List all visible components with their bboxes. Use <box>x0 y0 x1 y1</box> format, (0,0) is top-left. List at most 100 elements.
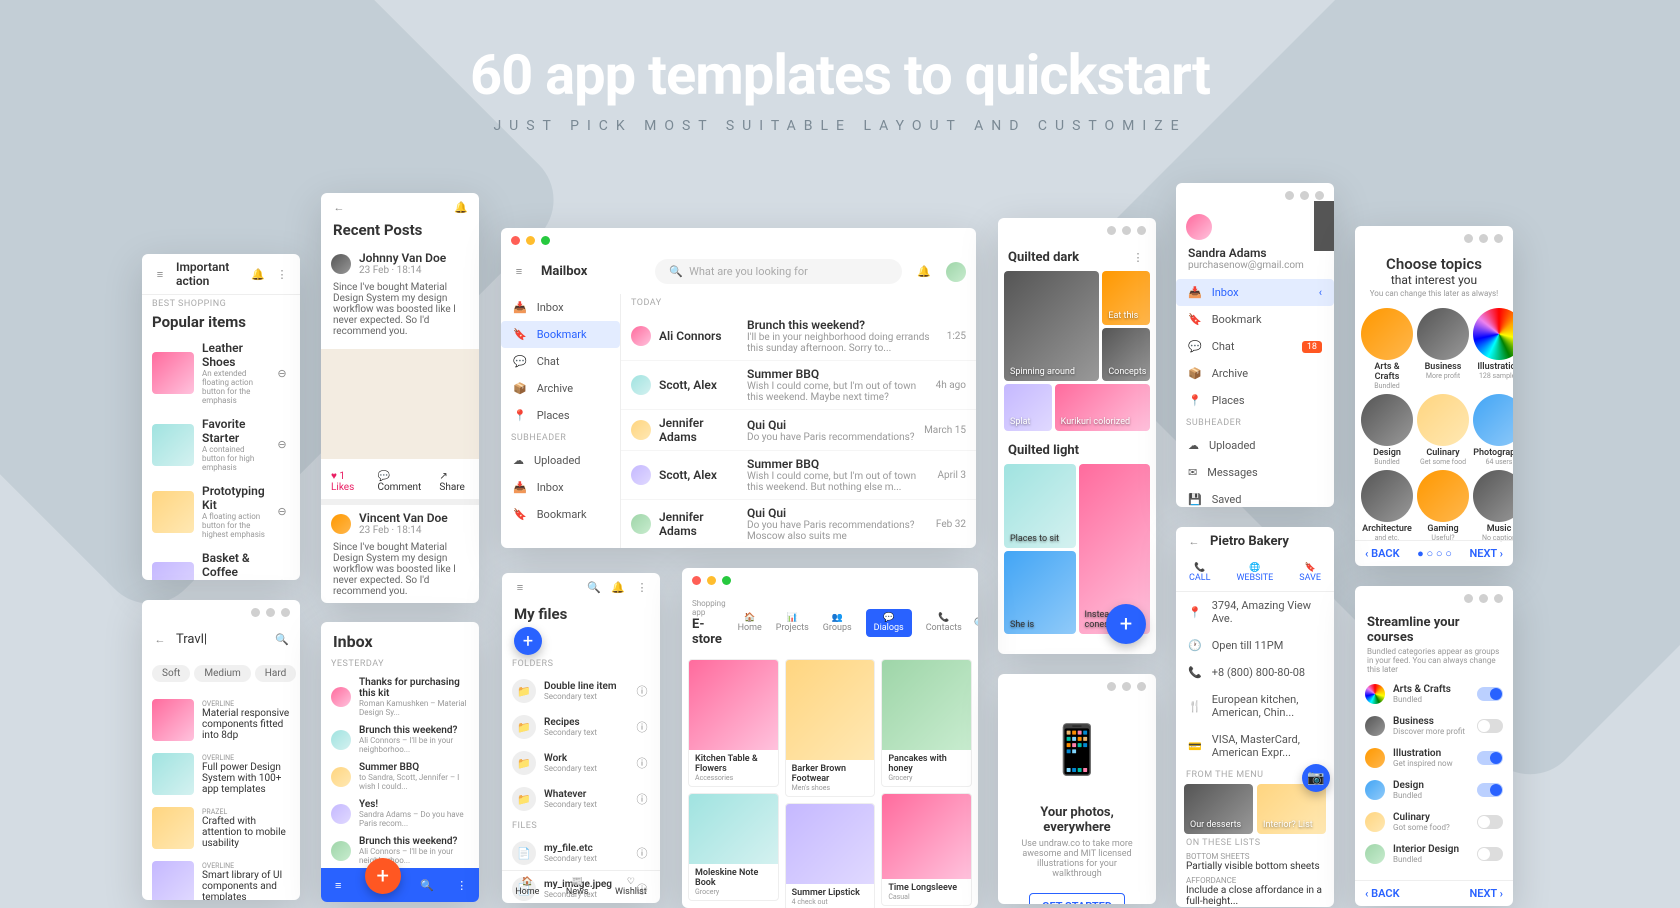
mail-row[interactable]: Ali ConnorsBrunch this weekend?I'll be i… <box>621 312 976 361</box>
list-item[interactable]: OVERLINESmart library of UI components a… <box>142 855 300 900</box>
nav-places[interactable]: 📍 Places <box>501 402 620 429</box>
course-row[interactable]: DesignBundled <box>1355 774 1513 806</box>
file-item[interactable]: 📄my_file.etcSecondary textⓘ <box>502 835 660 871</box>
product-card[interactable]: Moleskine Note BookGrocery <box>688 793 779 901</box>
tile[interactable]: She is <box>1004 551 1076 635</box>
call-button[interactable]: 📞CALL <box>1189 563 1210 583</box>
search-icon[interactable]: 🔍 <box>419 877 435 893</box>
tab-projects[interactable]: 📊Projects <box>776 613 809 633</box>
bell-icon[interactable]: 🔔 <box>916 264 932 280</box>
toggle[interactable] <box>1477 783 1503 797</box>
mail-row[interactable]: Scott, AlexSummer BBQWish I could come, … <box>621 361 976 410</box>
nav-uploaded[interactable]: ☁ Uploaded <box>501 447 620 474</box>
topic-item[interactable]: Architectureand etc. <box>1361 470 1413 542</box>
more-icon[interactable]: ⋮ <box>634 579 650 595</box>
nav-chat[interactable]: 💬 Chat 18 <box>1176 333 1334 360</box>
share-button[interactable]: ↗ Share <box>439 471 469 493</box>
hours-row[interactable]: 🕐 Open till 11PM <box>1176 632 1334 659</box>
list-item[interactable]: OVERLINEMaterial responsive components f… <box>142 693 300 747</box>
toggle[interactable] <box>1477 687 1503 701</box>
tab-contacts[interactable]: 📞Contacts <box>926 613 962 633</box>
list-item[interactable]: Basket & CoffeeAn extended action button… <box>142 545 300 580</box>
list-item[interactable]: PRAZELCrafted with attention to mobile u… <box>142 801 300 855</box>
more-icon[interactable]: ⋮ <box>454 877 470 893</box>
menu-icon[interactable]: ≡ <box>152 266 168 282</box>
folder-item[interactable]: 📁RecipesSecondary textⓘ <box>502 709 660 745</box>
toggle[interactable] <box>1477 719 1503 733</box>
mail-row[interactable]: Jennifer AdamsQui QuiDo you have Paris r… <box>621 500 976 548</box>
menu-icon[interactable]: ≡ <box>511 264 527 280</box>
topic-item[interactable]: BusinessMore profit <box>1417 308 1469 390</box>
course-row[interactable]: CulinaryGot some food? <box>1355 806 1513 838</box>
bell-icon[interactable]: 🔔 <box>250 266 266 282</box>
compose-fab[interactable]: + <box>365 858 401 894</box>
back-arrow-icon[interactable]: ← <box>152 631 168 647</box>
inbox-row[interactable]: Yes!Sandra Adams – Do you have Paris rec… <box>321 795 479 832</box>
bell-icon[interactable]: 🔔 <box>610 579 626 595</box>
menu-tile[interactable]: Our desserts <box>1184 784 1253 834</box>
chip[interactable]: Medium <box>194 665 250 682</box>
payment-row[interactable]: 💳 VISA, MasterCard, American Expr... <box>1176 726 1334 766</box>
topic-item[interactable]: Photography64 users <box>1473 394 1513 466</box>
nav-bookmark[interactable]: 🔖 Bookmark <box>1176 306 1334 333</box>
avatar[interactable] <box>1186 214 1212 240</box>
product-card[interactable]: Time LongsleeveCasual <box>881 793 972 906</box>
nav-wishlist[interactable]: ♡Wishlist <box>615 877 647 897</box>
get-started-button[interactable]: GET STARTED <box>1029 893 1125 904</box>
nav-inbox[interactable]: 📥 Inbox ‹ <box>1176 279 1334 306</box>
back-button[interactable]: ‹ BACK <box>1365 547 1400 560</box>
add-fab[interactable]: + <box>1106 604 1146 644</box>
inbox-row[interactable]: Thanks for purchasing this kitRoman Kamu… <box>321 673 479 721</box>
nav-archive[interactable]: 📦 Archive <box>1176 360 1334 387</box>
tile[interactable]: Eat this <box>1102 271 1150 325</box>
back-button[interactable]: ‹ BACK <box>1365 887 1400 900</box>
tile[interactable]: Concepts <box>1102 328 1150 382</box>
course-row[interactable]: IllustrationGet inspired now <box>1355 742 1513 774</box>
nav-inbox[interactable]: 📥 Inbox <box>501 294 620 321</box>
course-row[interactable]: BusinessDiscover more profit <box>1355 710 1513 742</box>
tile[interactable]: Splat <box>1004 384 1052 431</box>
avatar[interactable] <box>946 262 966 282</box>
toggle[interactable] <box>1477 815 1503 829</box>
camera-fab[interactable]: 📷 <box>1302 764 1330 792</box>
website-button[interactable]: 🌐WEBSITE <box>1236 563 1273 583</box>
nav-inbox2[interactable]: 📥 Inbox <box>501 474 620 501</box>
search-icon[interactable]: 🔍 <box>974 615 978 631</box>
tab-dialogs[interactable]: 💬Dialogs <box>866 609 912 637</box>
next-button[interactable]: NEXT › <box>1469 887 1503 900</box>
address-row[interactable]: 📍 3794, Amazing View Ave. <box>1176 592 1334 632</box>
product-card[interactable]: Summer Lipstick4 check out <box>785 803 876 908</box>
bell-icon[interactable]: 🔔 <box>453 199 469 215</box>
nav-chat[interactable]: 💬 Chat <box>501 348 620 375</box>
tile[interactable]: Places to sit <box>1004 464 1076 548</box>
search-icon[interactable]: 🔍 <box>274 631 290 647</box>
list-item[interactable]: Prototyping KitA floating action button … <box>142 478 300 545</box>
search-icon[interactable]: 🔍 <box>586 579 602 595</box>
toggle[interactable] <box>1477 751 1503 765</box>
back-arrow-icon[interactable]: ← <box>1186 533 1202 549</box>
topic-item[interactable]: CulinaryGet some food <box>1417 394 1469 466</box>
next-button[interactable]: NEXT › <box>1469 547 1503 560</box>
tab-home[interactable]: 🏠Home <box>738 613 762 633</box>
product-card[interactable]: Barker Brown FootwearMen's shoes <box>785 659 876 797</box>
add-fab[interactable]: + <box>514 627 542 655</box>
menu-icon[interactable]: ≡ <box>330 877 346 893</box>
nav-home[interactable]: 🏠Home <box>515 877 539 897</box>
folder-item[interactable]: 📁WhateverSecondary textⓘ <box>502 781 660 817</box>
list-item[interactable]: Leather ShoesAn extended floating action… <box>142 335 300 411</box>
inbox-row[interactable]: Brunch this weekend?Ali Connors – I'll b… <box>321 721 479 758</box>
list-item[interactable]: Favorite StarterA contained button for h… <box>142 411 300 478</box>
search-input[interactable]: Travl| <box>176 632 266 647</box>
topic-item[interactable]: DesignBundled <box>1361 394 1413 466</box>
menu-icon[interactable]: ≡ <box>512 579 528 595</box>
nav-messages[interactable]: ✉ Messages <box>1176 459 1334 486</box>
topic-item[interactable]: Illustration128 samples <box>1473 308 1513 390</box>
search-input[interactable]: 🔍What are you looking for <box>655 259 902 284</box>
folder-item[interactable]: 📁Double line itemSecondary textⓘ <box>502 673 660 709</box>
comment-button[interactable]: 💬 Comment <box>377 471 425 493</box>
nav-bookmark[interactable]: 🔖 Bookmark <box>501 321 620 348</box>
more-icon[interactable]: ⋮ <box>274 266 290 282</box>
mail-row[interactable]: Scott, AlexSummer BBQWish I could come, … <box>621 451 976 500</box>
save-button[interactable]: 🔖SAVE <box>1299 563 1321 583</box>
chip[interactable]: Soft <box>152 665 190 682</box>
